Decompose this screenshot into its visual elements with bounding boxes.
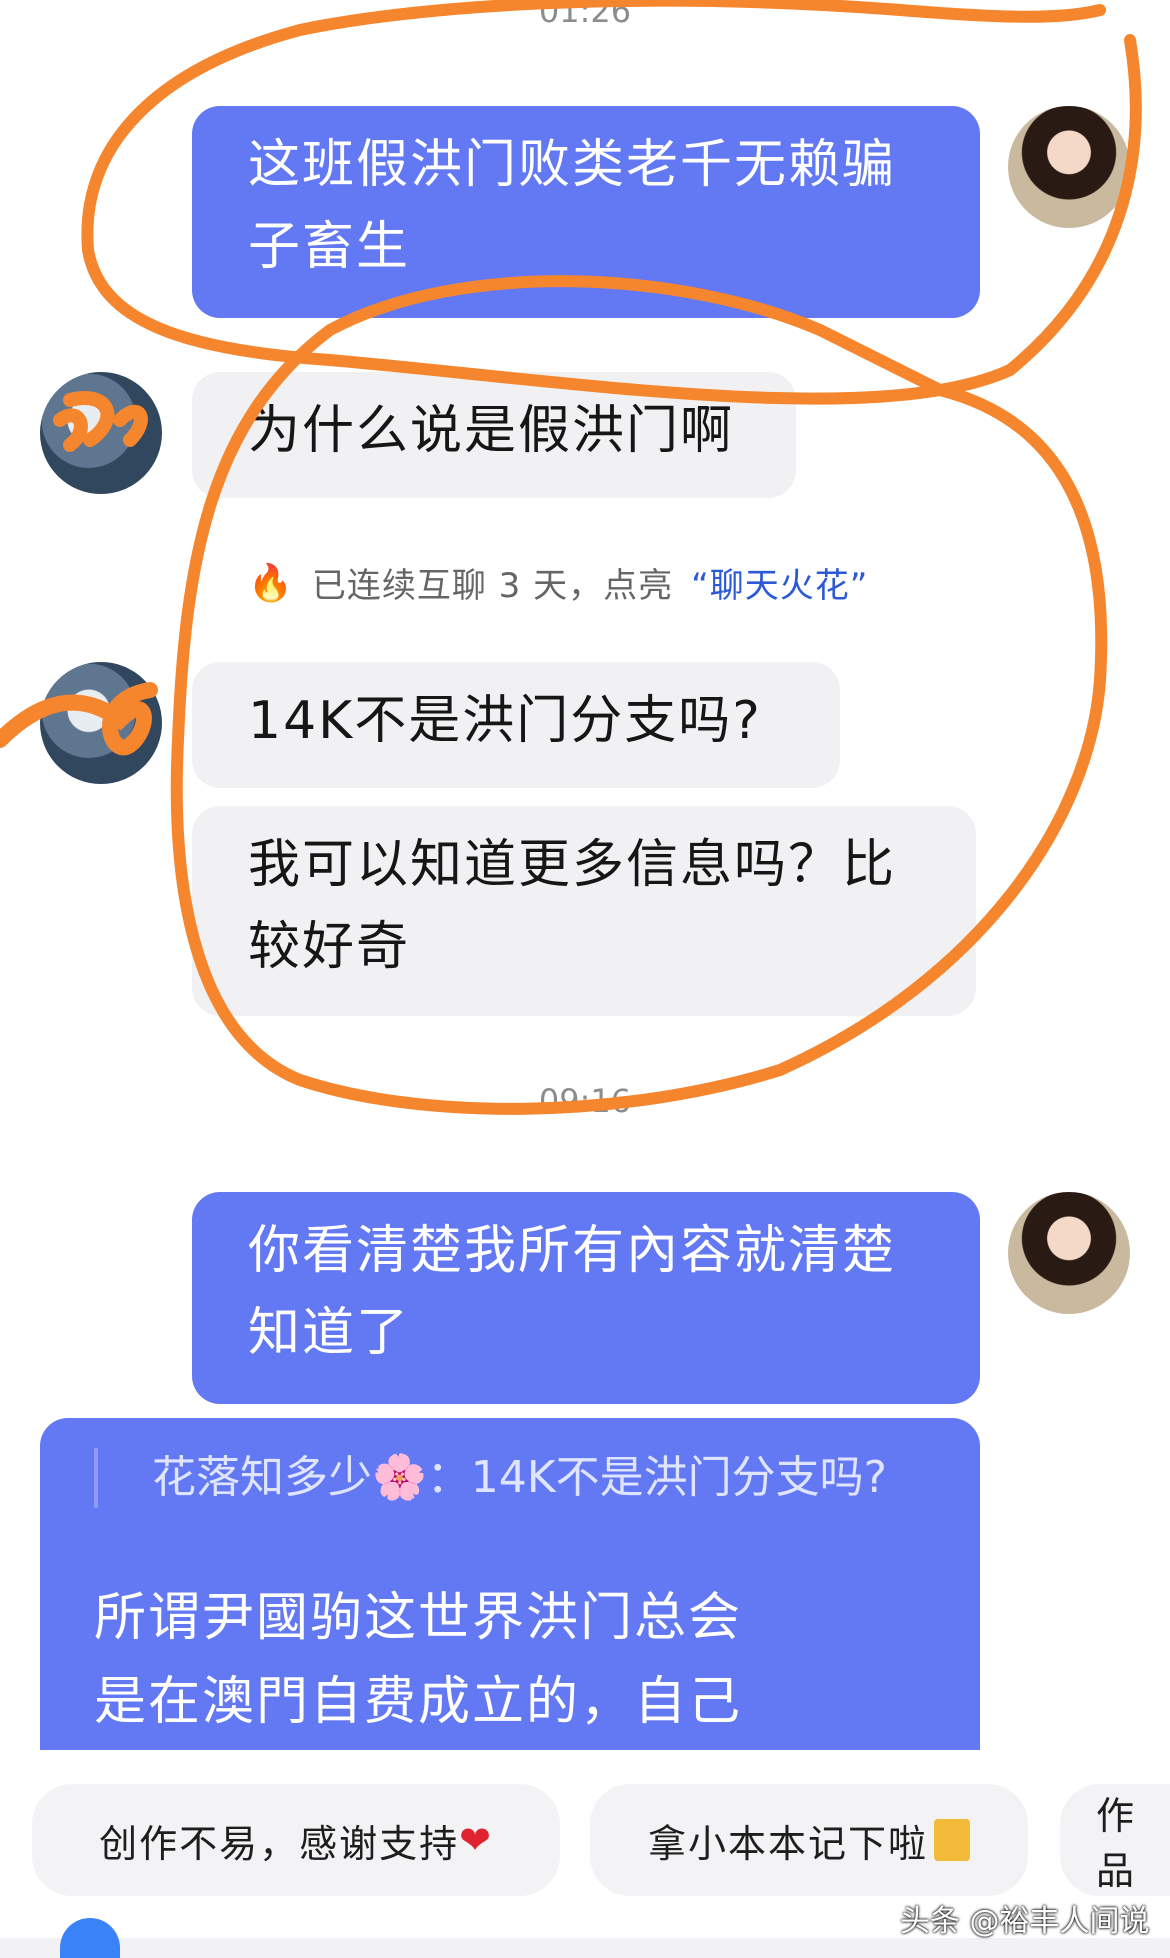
message-bubble-received[interactable]: 我可以知道更多信息吗？比较好奇 [192,806,976,1016]
avatar-self[interactable] [1008,106,1130,228]
input-bar [0,1938,1170,1958]
chip-label: 拿小本本记下啦 [647,1821,928,1866]
message-bubble-sent[interactable]: 这班假洪门败类老千无赖骗子畜生 [192,106,980,318]
avatar-contact[interactable] [40,372,162,494]
timestamp-top: 01:26 [538,0,632,30]
quoted-text: 花落知多少🌸：14K不是洪门分支吗? [152,1452,887,1503]
message-bubble-received[interactable]: 为什么说是假洪门啊 [192,372,796,498]
chat-spark-notice: 🔥 已连续互聊 3 天，点亮 “聊天火花” [248,558,868,607]
quoted-message: 花落知多少🌸：14K不是洪门分支吗? [94,1448,922,1508]
flame-icon: 🔥 [248,562,294,604]
message-bubble-reply[interactable]: 花落知多少🌸：14K不是洪门分支吗? 所谓尹國驹这世界洪门总会是在澳門自费成立的… [40,1418,980,1750]
quick-reply-chip[interactable]: 作品 [1060,1784,1170,1896]
reply-text: 所谓尹國驹这世界洪门总会是在澳門自费成立的，自己 [94,1588,743,1732]
spark-text: 已连续互聊 3 天，点亮 [311,566,674,606]
message-bubble-received[interactable]: 14K不是洪门分支吗? [192,662,840,788]
timestamp-middle: 09:16 [538,1082,632,1120]
avatar-contact[interactable] [40,662,162,784]
watermark: 头条 @裕丰人间说 [900,1904,1150,1939]
chip-label: 作品 [1096,1794,1137,1893]
notebook-icon [934,1819,970,1861]
voice-button[interactable] [60,1918,120,1958]
message-bubble-sent[interactable]: 你看清楚我所有內容就清楚知道了 [192,1192,980,1404]
quick-reply-chip[interactable]: 拿小本本记下啦 [590,1784,1028,1896]
quick-reply-chip[interactable]: 创作不易，感谢支持 ❤ [32,1784,560,1896]
avatar-self[interactable] [1008,1192,1130,1314]
chip-label: 创作不易，感谢支持 [99,1821,460,1866]
spark-highlight-link[interactable]: “聊天火花” [691,558,868,607]
heart-icon: ❤ [459,1818,493,1862]
